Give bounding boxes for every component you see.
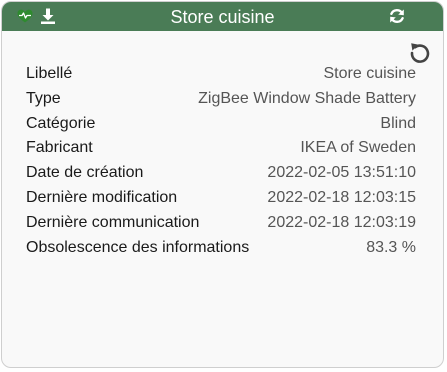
widget-title: Store cuisine (170, 7, 275, 27)
info-label: Type (26, 89, 61, 107)
info-row-type: Type ZigBee Window Shade Battery (26, 87, 416, 112)
info-label: Libellé (26, 65, 73, 82)
info-row-modified: Dernière modification 2022-02-18 12:03:1… (26, 186, 416, 211)
info-value: 2022-02-18 12:03:15 (267, 188, 416, 206)
info-value: ZigBee Window Shade Battery (198, 89, 416, 107)
info-value: 2022-02-05 13:51:10 (267, 164, 416, 182)
info-row-category: Catégorie Blind (26, 112, 416, 137)
device-info-table: Libellé Store cuisine Type ZigBee Window… (26, 62, 416, 260)
info-row-created: Date de création 2022-02-05 13:51:10 (26, 161, 416, 186)
info-value: Blind (380, 114, 416, 132)
info-row-manufacturer: Fabricant IKEA of Sweden (26, 136, 416, 161)
info-value: Store cuisine (323, 65, 417, 82)
info-value: IKEA of Sweden (300, 139, 416, 157)
info-label: Dernière modification (26, 188, 178, 206)
info-value: 2022-02-18 12:03:19 (267, 213, 416, 231)
widget-header: Store cuisine (2, 2, 443, 31)
info-row-obsolescence: Obsolescence des informations 83.3 % (26, 236, 416, 261)
info-row-last-communication: Dernière communication 2022-02-18 12:03:… (26, 211, 416, 236)
info-label: Date de création (26, 164, 144, 182)
info-label: Obsolescence des informations (26, 238, 250, 256)
refresh-icon[interactable] (388, 7, 406, 25)
device-widget-card: Store cuisine Libellé Store cuisine Type… (1, 1, 444, 368)
info-label: Catégorie (26, 114, 96, 132)
info-row-label: Libellé Store cuisine (26, 62, 416, 87)
info-label: Dernière communication (26, 213, 200, 231)
info-label: Fabricant (26, 139, 93, 157)
info-value: 83.3 % (366, 238, 416, 256)
